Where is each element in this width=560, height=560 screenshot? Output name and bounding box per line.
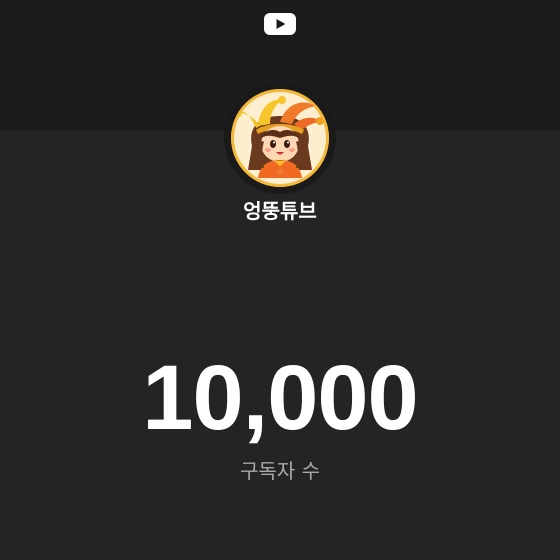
svg-text:♡: ♡	[277, 169, 282, 176]
jester-girl-avatar: ♡	[231, 89, 329, 187]
subscriber-count-label: 구독자 수	[240, 459, 320, 483]
youtube-play-icon	[264, 13, 296, 35]
subscriber-counter-screen: ♡ 엉뚱튜브 10,000 구독자 수	[0, 0, 560, 560]
channel-name: 엉뚱튜브	[243, 199, 317, 223]
subscriber-count: 10,000	[142, 347, 418, 449]
